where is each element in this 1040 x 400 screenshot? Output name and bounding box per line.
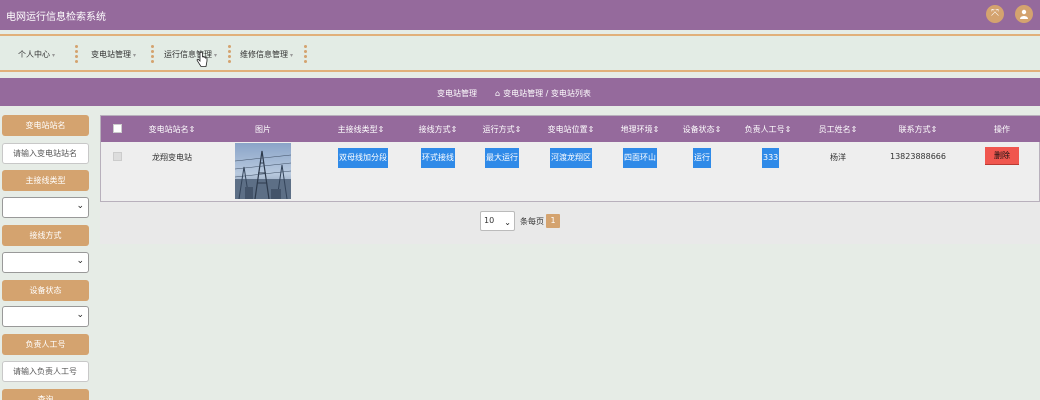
select-all-checkbox[interactable] — [113, 124, 122, 133]
chevron-down-icon: ⌄ — [504, 218, 511, 227]
header-operation[interactable]: 运行方式⇕ — [483, 124, 522, 135]
header-line-type[interactable]: 主接线类型⇕ — [338, 124, 385, 135]
cell-operation: 最大运行 — [485, 148, 519, 168]
nav-separator — [151, 45, 154, 64]
main-nav: 个人中心 ▾ 变电站管理 ▾ 运行信息管理 ▾ 维修信息管理 ▾ — [0, 34, 1040, 72]
station-image — [235, 143, 291, 199]
header-station-name[interactable]: 变电站站名⇕ — [149, 124, 196, 135]
chevron-down-icon: ▾ — [52, 52, 56, 59]
station-name-input[interactable]: 请输入变电站站名 — [2, 143, 89, 164]
nav-item-operation-management[interactable]: 运行信息管理 ▾ — [164, 49, 217, 60]
chevron-down-icon: ⌄ — [76, 201, 84, 211]
cell-line-type: 双母线加分段 — [338, 148, 388, 168]
expand-icon[interactable]: ⤧ — [986, 5, 1004, 23]
chevron-down-icon: ⌄ — [76, 310, 84, 320]
header-phone[interactable]: 联系方式⇕ — [899, 124, 938, 135]
header-person-no[interactable]: 负责人工号⇕ — [745, 124, 792, 135]
row-checkbox[interactable] — [113, 152, 122, 161]
nav-item-station-management[interactable]: 变电站管理 ▾ — [91, 49, 136, 60]
device-status-select[interactable]: ⌄ — [2, 306, 89, 327]
cell-station-name: 龙翔变电站 — [152, 153, 192, 162]
nav-separator — [304, 45, 307, 64]
person-no-input[interactable]: 请输入负责人工号 — [2, 361, 89, 382]
page-button-current[interactable]: 1 — [546, 214, 560, 228]
nav-item-maintenance-management[interactable]: 维修信息管理 ▾ — [240, 49, 293, 60]
cell-wiring: 环式接线 — [421, 148, 455, 168]
nav-separator — [75, 45, 78, 64]
station-name-label: 变电站站名 — [2, 115, 89, 136]
chevron-down-icon: ▾ — [214, 52, 218, 59]
hand-cursor-icon — [196, 52, 208, 67]
header-location[interactable]: 变电站位置⇕ — [548, 124, 595, 135]
header-environment[interactable]: 地理环境⇕ — [621, 124, 660, 135]
station-table: 变电站站名⇕ 图片 主接线类型⇕ 接线方式⇕ 运行方式⇕ 变电站位置⇕ 地理环境… — [100, 115, 1040, 202]
cell-phone: 13823888666 — [890, 152, 946, 161]
chevron-down-icon: ⌄ — [76, 256, 84, 266]
page-title: 变电站管理 — [437, 89, 477, 98]
top-bar: 电网运行信息检索系统 ⤧ — [0, 0, 1040, 30]
delete-button[interactable]: 删除 — [985, 147, 1019, 165]
wiring-label: 接线方式 — [2, 225, 89, 246]
breadcrumb: ⌂ 变电站管理 / 变电站列表 — [495, 89, 591, 98]
nav-item-personal-center[interactable]: 个人中心 ▾ — [18, 49, 55, 60]
user-icon[interactable] — [1015, 5, 1033, 23]
page-size-select[interactable]: 10 ⌄ — [480, 211, 515, 231]
table-header: 变电站站名⇕ 图片 主接线类型⇕ 接线方式⇕ 运行方式⇕ 变电站位置⇕ 地理环境… — [101, 116, 1040, 142]
cell-employee: 杨洋 — [830, 153, 846, 162]
home-icon[interactable]: ⌂ — [495, 89, 500, 98]
line-type-select[interactable]: ⌄ — [2, 197, 89, 218]
header-employee[interactable]: 员工姓名⇕ — [819, 124, 858, 135]
cell-status: 运行 — [693, 148, 711, 168]
cell-person-no: 333 — [762, 148, 780, 168]
cell-location: 河渡龙翔区 — [550, 148, 592, 168]
person-no-label: 负责人工号 — [2, 334, 89, 355]
cell-environment: 四面环山 — [623, 148, 657, 168]
chevron-down-icon: ▾ — [133, 52, 137, 59]
line-type-label: 主接线类型 — [2, 170, 89, 191]
per-page-label: 条每页 — [520, 217, 544, 226]
chevron-down-icon: ▾ — [290, 52, 294, 59]
query-button[interactable]: 查询 — [2, 389, 89, 400]
app-title: 电网运行信息检索系统 — [6, 12, 106, 23]
nav-separator — [228, 45, 231, 64]
pagination: 10 ⌄ 条每页 1 — [100, 202, 1040, 244]
header-wiring[interactable]: 接线方式⇕ — [419, 124, 458, 135]
header-image: 图片 — [255, 125, 271, 134]
wiring-select[interactable]: ⌄ — [2, 252, 89, 273]
breadcrumb-bar: 变电站管理 ⌂ 变电站管理 / 变电站列表 — [0, 78, 1040, 106]
header-action: 操作 — [994, 125, 1010, 134]
device-status-label: 设备状态 — [2, 280, 89, 301]
header-status[interactable]: 设备状态⇕ — [683, 124, 722, 135]
